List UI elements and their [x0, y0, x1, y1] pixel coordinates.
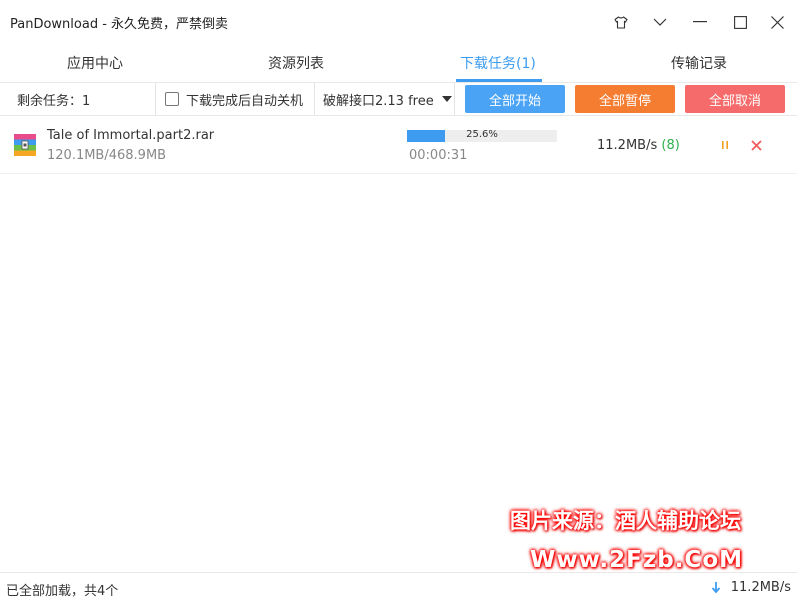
cancel-icon [750, 139, 762, 151]
auto-shutdown-label: 下载完成后自动关机 [186, 93, 304, 109]
total-speed: 11.2MB/s [711, 580, 791, 595]
remaining-tasks: 剩余任务：1 [17, 93, 91, 109]
task-speed: 11.2MB/s (8) [597, 138, 680, 153]
toolbar-divider [155, 83, 156, 115]
elapsed-time: 00:00:31 [409, 148, 468, 163]
status-text: 已全部加载，共4个 [6, 584, 119, 599]
minimize-icon [693, 21, 707, 23]
cancel-all-button[interactable]: 全部取消 [685, 85, 785, 113]
task-toolbar: 剩余任务：1 下载完成后自动关机 破解接口2.13 free 全部开始 全部暂停… [0, 83, 797, 116]
toolbar-divider [314, 83, 315, 115]
caret-down-icon [441, 96, 452, 102]
title-bar: PanDownload - 永久免费，严禁倒卖 [0, 0, 797, 44]
pause-all-button[interactable]: 全部暂停 [575, 85, 675, 113]
close-button[interactable] [765, 10, 789, 34]
shirt-icon [614, 15, 628, 29]
tab-resource-list[interactable]: 资源列表 [268, 53, 324, 73]
watermark-url: Www.2Fzb.CoM [530, 547, 744, 573]
progress-percent: 25.6% [466, 129, 498, 140]
pause-icon [722, 141, 728, 149]
skin-button[interactable] [609, 10, 633, 34]
tab-app-center[interactable]: 应用中心 [67, 53, 123, 73]
auto-shutdown-checkbox[interactable]: 下载完成后自动关机 [165, 83, 303, 115]
cancel-task-button[interactable] [747, 136, 765, 154]
status-bar: 已全部加载，共4个 11.2MB/s [0, 572, 797, 600]
progress-bar: 25.6% [407, 129, 557, 142]
rar-archive-icon [14, 134, 36, 156]
close-icon [770, 15, 784, 29]
active-tab-indicator [456, 79, 542, 82]
tab-download-tasks[interactable]: 下载任务(1) [460, 53, 536, 73]
interface-select[interactable]: 破解接口2.13 free [323, 83, 452, 115]
file-size-progress: 120.1MB/468.9MB [47, 148, 167, 163]
total-speed-value: 11.2MB/s [730, 580, 791, 595]
tab-transfer-records[interactable]: 传输记录 [671, 53, 727, 73]
chevron-down-icon [653, 18, 667, 26]
file-name: Tale of Immortal.part2.rar [47, 128, 215, 143]
toolbar-divider [454, 83, 455, 115]
connection-count: (8) [661, 138, 680, 153]
pause-task-button[interactable] [716, 136, 734, 154]
maximize-icon [733, 15, 747, 29]
task-speed-value: 11.2MB/s [597, 138, 658, 153]
download-task-row[interactable]: Tale of Immortal.part2.rar 120.1MB/468.9… [0, 117, 797, 174]
maximize-button[interactable] [728, 10, 752, 34]
minimize-button[interactable] [688, 10, 712, 34]
main-tabs: 应用中心 资源列表 下载任务(1) 传输记录 [0, 44, 797, 83]
interface-select-value: 破解接口2.13 free [323, 93, 434, 109]
watermark-source: 图片来源：酒人辅助论坛 [510, 509, 741, 533]
window-title: PanDownload - 永久免费，严禁倒卖 [10, 17, 229, 32]
start-all-button[interactable]: 全部开始 [465, 85, 565, 113]
checkbox-box[interactable] [165, 92, 179, 106]
menu-button[interactable] [648, 10, 672, 34]
download-arrow-icon [711, 581, 720, 593]
